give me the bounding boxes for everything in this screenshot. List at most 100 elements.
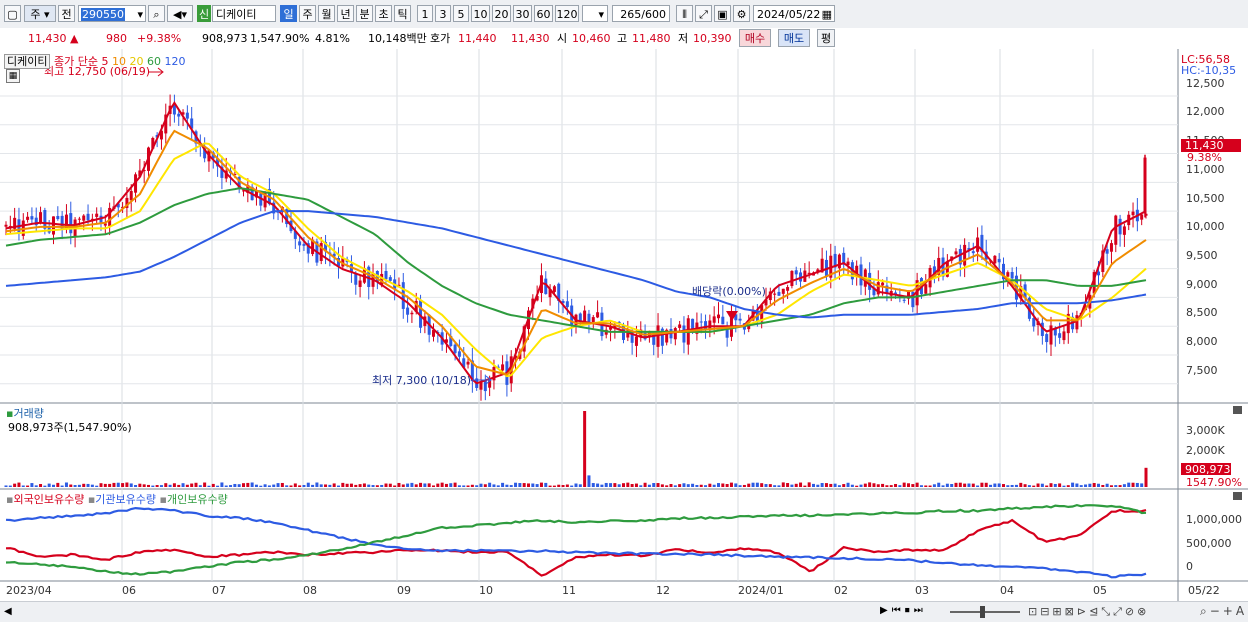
candle-body <box>26 216 30 220</box>
volume-bar <box>656 483 660 487</box>
period-select[interactable]: 주 ▾ <box>24 5 56 22</box>
volume-bar <box>142 484 146 487</box>
evaluation-button[interactable]: 평 <box>817 29 835 47</box>
interval-custom-select[interactable]: ▾ <box>582 5 608 22</box>
volume-bar <box>1062 485 1066 487</box>
tab-tick[interactable]: 틱 <box>394 5 411 22</box>
volume-bar <box>859 484 863 487</box>
interval-3[interactable]: 3 <box>435 5 451 22</box>
tab-year[interactable]: 년 <box>337 5 354 22</box>
interval-30[interactable]: 30 <box>513 5 532 22</box>
volume-bar <box>578 484 582 487</box>
gear-icon[interactable]: ⚙ <box>733 5 750 22</box>
volume-bar <box>1049 483 1053 487</box>
volume-bar <box>535 484 539 487</box>
candle-body <box>1122 226 1126 235</box>
stock-code-input[interactable]: 290550 ▾ <box>78 5 146 22</box>
candle-body <box>302 244 306 246</box>
playback-controls[interactable]: ▶⏮⏹⏭ <box>880 605 927 616</box>
tab-second[interactable]: 초 <box>375 5 392 22</box>
volume-bar <box>43 485 47 487</box>
volume-bar <box>56 482 60 487</box>
scroll-left-icon[interactable]: ◀ <box>4 606 12 617</box>
volume-bar <box>134 485 138 487</box>
volume-bar <box>116 482 120 487</box>
volume-bar <box>289 485 293 487</box>
interval-10[interactable]: 10 <box>471 5 490 22</box>
open-price: 10,460 <box>572 32 611 45</box>
candle-body <box>1114 215 1118 245</box>
volume-bar <box>751 482 755 487</box>
x-tick: 10 <box>479 584 493 597</box>
tab-week[interactable]: 주 <box>299 5 316 22</box>
interval-5[interactable]: 5 <box>453 5 469 22</box>
holding-tick: 0 <box>1186 560 1193 573</box>
volume-bar <box>539 482 543 487</box>
prev-button[interactable]: 전 <box>58 5 75 22</box>
chart-scrollbar[interactable]: ◀ ▶⏮⏹⏭ ⊡⊟⊞⊠⊳⊴⤡⤢⊘⊗ ⌕−+A <box>0 601 1248 622</box>
volume-bar <box>501 482 505 487</box>
volume-bar <box>453 482 457 487</box>
holding-legend: ▪외국인보유수량 ▪기관보유수량 ▪개인보유수량 <box>6 493 228 506</box>
indicator-icon[interactable]: ⤢ <box>695 5 712 22</box>
candle-body <box>859 264 863 286</box>
volume-bar <box>298 485 302 487</box>
zoom-slider[interactable] <box>950 611 1020 613</box>
volume-bar <box>1036 483 1040 487</box>
interval-60[interactable]: 60 <box>534 5 553 22</box>
bar-count-field[interactable]: 265/600 <box>612 5 670 22</box>
volume-bar <box>224 485 228 487</box>
candle-body <box>721 316 725 325</box>
save-icon[interactable]: ▣ <box>714 5 731 22</box>
volume-bar <box>570 485 574 487</box>
volume-bar <box>514 482 518 487</box>
holding-panel-close-icon[interactable] <box>1233 492 1242 500</box>
volume-bar <box>371 485 375 487</box>
candle-body <box>1062 331 1066 341</box>
stock-name-field[interactable]: 디케이티 <box>212 5 276 22</box>
x-tick: 2023/04 <box>6 584 52 597</box>
volume-bar <box>967 483 971 487</box>
volume-bar <box>410 482 414 487</box>
volume-bar <box>337 485 340 487</box>
zoom-tools[interactable]: ⌕−+A <box>1200 604 1247 619</box>
candle-body <box>4 224 8 227</box>
interval-120[interactable]: 120 <box>555 5 579 22</box>
stock-name-tag[interactable]: 디케이티 <box>4 54 51 69</box>
interval-20[interactable]: 20 <box>492 5 511 22</box>
low-annotation: 최저 7,300 (10/18) <box>372 374 471 387</box>
table-icon[interactable]: ▦ <box>6 69 20 83</box>
volume-bar <box>13 483 17 487</box>
calendar-icon[interactable]: ▦ <box>822 6 832 23</box>
y-tick: 9,000 <box>1186 278 1218 291</box>
zoom-slider-handle[interactable] <box>980 606 985 618</box>
window-icon[interactable]: ▢ <box>4 5 21 22</box>
volume-panel-close-icon[interactable] <box>1233 406 1242 414</box>
turnover-rate: 4.81% <box>315 32 350 45</box>
volume-bar <box>332 483 336 487</box>
layout-tools[interactable]: ⊡⊟⊞⊠⊳⊴⤡⤢⊘⊗ <box>1028 605 1149 619</box>
interval-1[interactable]: 1 <box>417 5 433 22</box>
volume-bar <box>69 484 73 487</box>
sell-button[interactable]: 매도 <box>778 29 810 47</box>
new-badge: 신 <box>197 5 211 22</box>
speaker-icon[interactable]: ◀▾ <box>167 5 193 22</box>
volume-bar <box>790 484 794 487</box>
volume-bar <box>1101 484 1105 487</box>
volume-bar <box>1040 483 1044 487</box>
volume-bar <box>39 484 43 487</box>
buy-button[interactable]: 매수 <box>739 29 771 47</box>
tab-month[interactable]: 월 <box>318 5 335 22</box>
volume-bar <box>4 485 8 487</box>
volume-bar <box>328 484 332 487</box>
search-icon[interactable]: ⌕ <box>148 5 165 22</box>
candle-type-icon[interactable]: ⫴ <box>676 5 693 22</box>
volume-bar <box>876 484 880 487</box>
tab-minute[interactable]: 분 <box>356 5 373 22</box>
volume-bar <box>216 485 220 487</box>
volume-bar <box>842 484 846 487</box>
tab-day[interactable]: 일 <box>280 5 297 22</box>
holding-tick: 500,000 <box>1186 537 1232 550</box>
candle-body <box>129 190 133 201</box>
date-field[interactable]: 2024/05/22 ▦ <box>753 5 835 22</box>
